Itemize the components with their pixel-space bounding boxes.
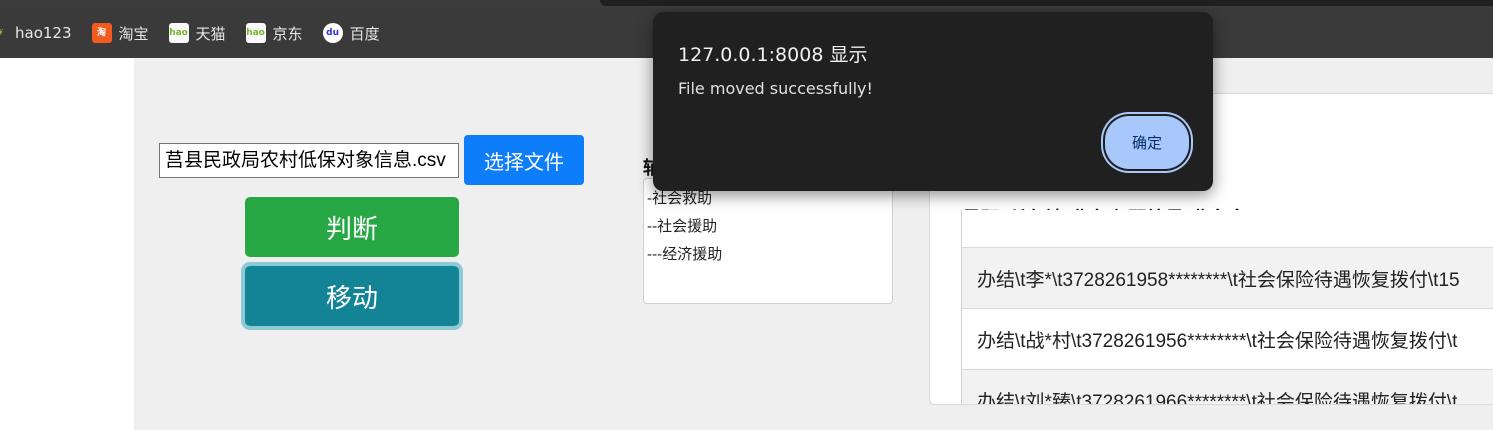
choose-file-button[interactable]: 选择文件 <box>464 135 584 185</box>
table-row[interactable]: 办结\t刘*臻\t3728261966********\t社会保险待遇恢复拨付\… <box>961 369 1493 404</box>
hao-jd-icon: hao <box>245 23 266 43</box>
browser-tab-strip <box>0 0 1493 8</box>
bookmark-hao123[interactable]: ❦ hao123 <box>0 8 72 58</box>
taobao-icon: 淘 <box>91 23 112 43</box>
hao-tmall-icon: hao <box>168 23 189 43</box>
hao123-icon: ❦ <box>0 23 8 43</box>
category-tree-box[interactable]: -社会救助 --社会援助 ---经济援助 <box>643 178 893 304</box>
bookmark-taobao[interactable]: 淘 淘宝 <box>91 8 149 58</box>
ok-button[interactable]: 确定 <box>1105 116 1189 169</box>
move-button[interactable]: 移动 <box>245 266 459 326</box>
bookmark-label: 京东 <box>272 24 303 43</box>
file-input[interactable]: 莒县民政局农村低保对象信息.csv <box>159 143 459 178</box>
dialog-title: 127.0.0.1:8008 显示 <box>678 44 868 66</box>
bookmark-label: 百度 <box>349 24 380 43</box>
table-row[interactable]: 办结\t李*\t3728261958********\t社会保险待遇恢复拨付\t… <box>961 247 1493 308</box>
table-row[interactable]: 办结\t战*村\t3728261956********\t社会保险待遇恢复拨付\… <box>961 308 1493 369</box>
bookmark-jd[interactable]: hao 京东 <box>245 8 303 58</box>
bookmark-label: hao123 <box>15 24 72 42</box>
judge-button[interactable]: 判断 <box>245 197 459 257</box>
bookmark-label: 天猫 <box>195 24 226 43</box>
dialog-message: File moved successfully! <box>678 79 873 98</box>
bookmark-tmall[interactable]: hao 天猫 <box>168 8 226 58</box>
bookmark-baidu[interactable]: du 百度 <box>322 8 380 58</box>
tree-item[interactable]: ---经济援助 <box>647 241 889 269</box>
tree-item[interactable]: --社会援助 <box>647 213 889 241</box>
baidu-paw-icon: du <box>322 23 343 43</box>
alert-dialog: 127.0.0.1:8008 显示 File moved successfull… <box>653 12 1213 191</box>
table-row-spacer <box>961 210 1493 247</box>
bookmark-label: 淘宝 <box>118 24 149 43</box>
address-bar-edge <box>600 0 1493 6</box>
